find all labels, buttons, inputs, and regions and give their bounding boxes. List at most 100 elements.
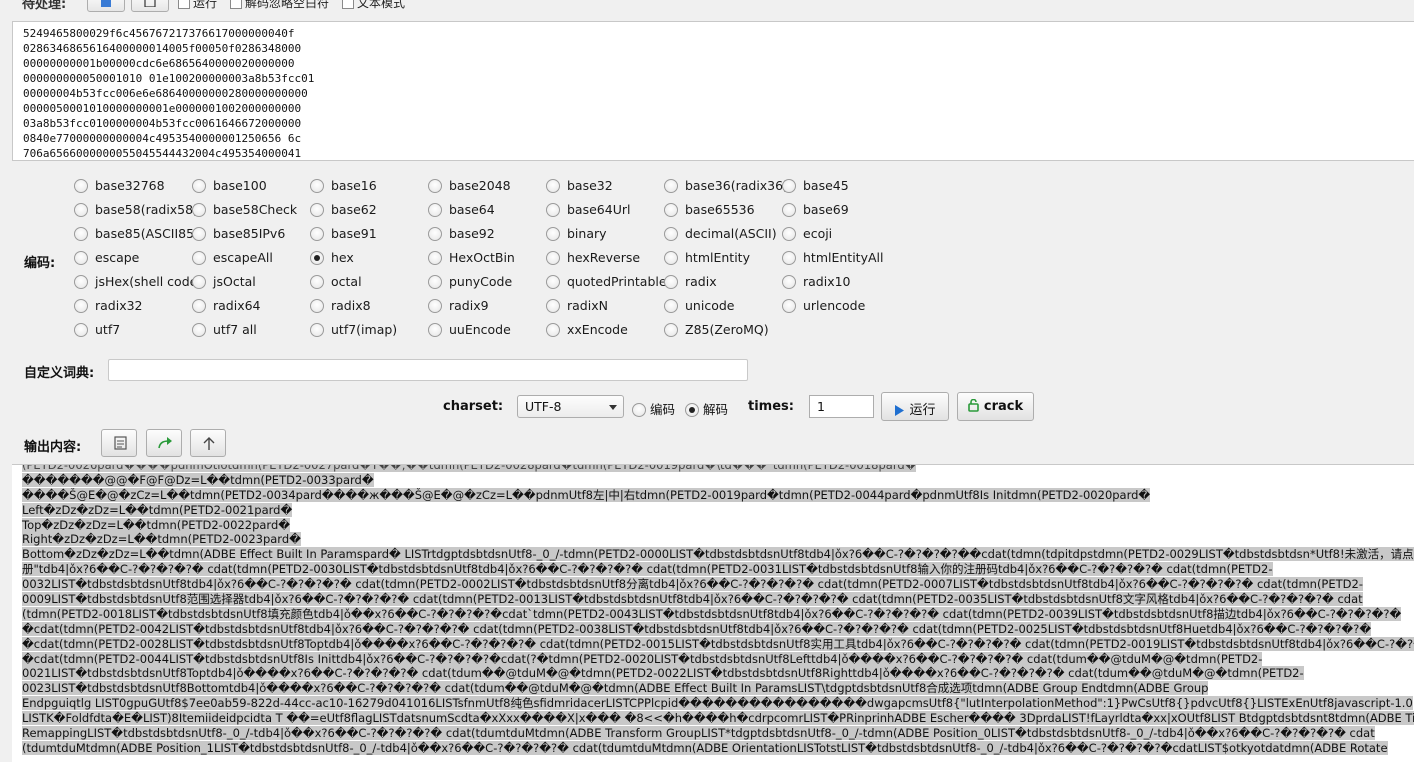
encoding-option-label: base91	[331, 226, 377, 241]
paste-button[interactable]	[87, 0, 125, 12]
encoding-option-label: uuEncode	[449, 322, 511, 337]
encoding-radio-base91[interactable]: base91	[310, 226, 377, 244]
encoding-radio-htmlentity[interactable]: htmlEntity	[664, 250, 750, 268]
encoding-radio-htmlentityall[interactable]: htmlEntityAll	[782, 250, 883, 268]
encoding-radio-jsoctal[interactable]: jsOctal	[192, 274, 256, 292]
encoding-radio-escape[interactable]: escape	[74, 250, 139, 268]
encoding-radio-base2048[interactable]: base2048	[428, 178, 511, 196]
output-label: 输出内容:	[24, 440, 82, 455]
encoding-radio-radix8[interactable]: radix8	[310, 298, 371, 316]
encoding-radio-base62[interactable]: base62	[310, 202, 377, 220]
output-line-text: ����Š@E�@�zCz=L��tdmn(PETD2-0034pard����…	[22, 487, 1151, 502]
encoding-radio-binary[interactable]: binary	[546, 226, 607, 244]
times-input[interactable]: 1	[809, 395, 874, 418]
mode-decode-radio[interactable]: 解码	[685, 399, 728, 418]
radio-dot	[192, 179, 206, 193]
input-line: 706a6566000000055045544432004c4953540000…	[23, 147, 302, 160]
encoding-radio-uuencode[interactable]: uuEncode	[428, 322, 511, 340]
output-textarea[interactable]: (PETD2-0026pard����pdnmOtlotdmn(PETD2-00…	[12, 464, 1414, 762]
encoding-radio-jshex-shell-code[interactable]: jsHex(shell code)	[74, 274, 202, 292]
radio-dot	[664, 251, 678, 265]
radio-dot	[546, 227, 560, 241]
radio-dot	[664, 275, 678, 289]
encoding-radio-radix64[interactable]: radix64	[192, 298, 261, 316]
encoding-option-label: base16	[331, 178, 377, 193]
output-line-text: �cdat(tdmn(PETD2-0028LIST�tdbstdsbtdsnUt…	[22, 636, 1414, 651]
encoding-radio-ecoji[interactable]: ecoji	[782, 226, 832, 244]
encoding-radio-radix32[interactable]: radix32	[74, 298, 143, 316]
encoding-radio-z85-zeromq[interactable]: Z85(ZeroMQ)	[664, 322, 769, 340]
encoding-radio-base58-radix58[interactable]: base58(radix58)	[74, 202, 198, 220]
encoding-option-label: utf7 all	[213, 322, 257, 337]
encoding-radio-xxencode[interactable]: xxEncode	[546, 322, 628, 340]
custom-dict-input[interactable]	[108, 359, 748, 381]
encoding-radio-unicode[interactable]: unicode	[664, 298, 734, 316]
mode-encode-radio[interactable]: 编码	[632, 399, 675, 418]
output-line: (tdmn(PETD2-0018LIST�tdbstdsbtdsnUtf8填充颜…	[22, 606, 1414, 622]
radio-dot	[782, 275, 796, 289]
encoding-radio-radix9[interactable]: radix9	[428, 298, 489, 316]
encoding-option-label: binary	[567, 226, 607, 241]
encoding-radio-decimal-ascii[interactable]: decimal(ASCII)	[664, 226, 777, 244]
encoding-radio-base69[interactable]: base69	[782, 202, 849, 220]
encoding-radio-base100[interactable]: base100	[192, 178, 267, 196]
encoding-radio-base85-ascii85[interactable]: base85(ASCII85)	[74, 226, 199, 244]
top-toolbar: 待处理: 运行 解码忽略空白符 文本模式	[12, 0, 1414, 18]
radio-dot	[74, 275, 88, 289]
run-checkbox[interactable]: 运行	[178, 0, 217, 11]
clear-button[interactable]	[131, 0, 169, 12]
chevron-down-icon	[609, 405, 617, 410]
text-mode-checkbox[interactable]: 文本模式	[342, 0, 405, 11]
encoding-option-label: radix10	[803, 274, 851, 289]
encoding-radio-base92[interactable]: base92	[428, 226, 495, 244]
encoding-radio-radix[interactable]: radix	[664, 274, 717, 292]
encoding-radio-utf7-imap[interactable]: utf7(imap)	[310, 322, 397, 340]
radio-dot	[546, 299, 560, 313]
encoding-radio-base32768[interactable]: base32768	[74, 178, 165, 196]
radio-dot	[428, 179, 442, 193]
encoding-option-label: htmlEntity	[685, 250, 750, 265]
encoding-radio-hex[interactable]: hex	[310, 250, 354, 268]
radio-dot	[428, 227, 442, 241]
encoding-radio-base36-radix36[interactable]: base36(radix36)	[664, 178, 788, 196]
encoding-radio-escapeall[interactable]: escapeAll	[192, 250, 273, 268]
encoding-radio-base32[interactable]: base32	[546, 178, 613, 196]
encoding-radio-base65536[interactable]: base65536	[664, 202, 755, 220]
encoding-radio-base58check[interactable]: base58Check	[192, 202, 297, 220]
encoding-radio-radixn[interactable]: radixN	[546, 298, 608, 316]
encoding-radio-hexreverse[interactable]: hexReverse	[546, 250, 640, 268]
encoding-radio-radix10[interactable]: radix10	[782, 274, 851, 292]
encoding-radio-quotedprintable[interactable]: quotedPrintable	[546, 274, 667, 292]
encoding-radio-utf7-all[interactable]: utf7 all	[192, 322, 257, 340]
encoding-option-label: octal	[331, 274, 362, 289]
encoding-radio-base64[interactable]: base64	[428, 202, 495, 220]
encoding-option-label: base58(radix58)	[95, 202, 198, 217]
copy-output-button[interactable]	[101, 429, 137, 457]
encoding-radio-utf7[interactable]: utf7	[74, 322, 120, 340]
ignore-whitespace-checkbox[interactable]: 解码忽略空白符	[230, 0, 329, 11]
move-up-button[interactable]	[190, 429, 226, 457]
encoding-label: 编码:	[24, 256, 56, 271]
charset-select[interactable]: UTF-8	[517, 395, 624, 418]
input-textarea[interactable]: 5249465800029f6c456767217376617000000040…	[12, 21, 1414, 161]
output-line-text: 册"tdb4|ǒx?6��C-?�?�?�?� cdat(tdmn(PETD2-…	[22, 562, 1273, 577]
run-button[interactable]: 运行	[881, 392, 949, 421]
encoding-radio-base16[interactable]: base16	[310, 178, 377, 196]
encoding-radio-base64url[interactable]: base64Url	[546, 202, 630, 220]
encoding-radio-hexoctbin[interactable]: HexOctBin	[428, 250, 515, 268]
encoding-radio-urlencode[interactable]: urlencode	[782, 298, 865, 316]
encoding-option-label: radix	[685, 274, 717, 289]
radio-dot	[74, 179, 88, 193]
crack-button[interactable]: crack	[957, 392, 1034, 421]
encoding-option-label: base85IPv6	[213, 226, 286, 241]
encoding-option-label: base100	[213, 178, 267, 193]
encoding-radio-punycode[interactable]: punyCode	[428, 274, 512, 292]
output-line: �cdat(tdmn(PETD2-0042LIST�tdbstdsbtdsnUt…	[22, 621, 1414, 637]
radio-dot	[428, 203, 442, 217]
encoding-radio-base85ipv6[interactable]: base85IPv6	[192, 226, 285, 244]
send-to-input-button[interactable]	[146, 429, 182, 457]
encoding-radio-octal[interactable]: octal	[310, 274, 362, 292]
input-line: 00000000001b00000cdc6e686564000002000000…	[23, 57, 295, 70]
encoding-radio-base45[interactable]: base45	[782, 178, 849, 196]
encoding-option-label: Z85(ZeroMQ)	[685, 322, 769, 337]
